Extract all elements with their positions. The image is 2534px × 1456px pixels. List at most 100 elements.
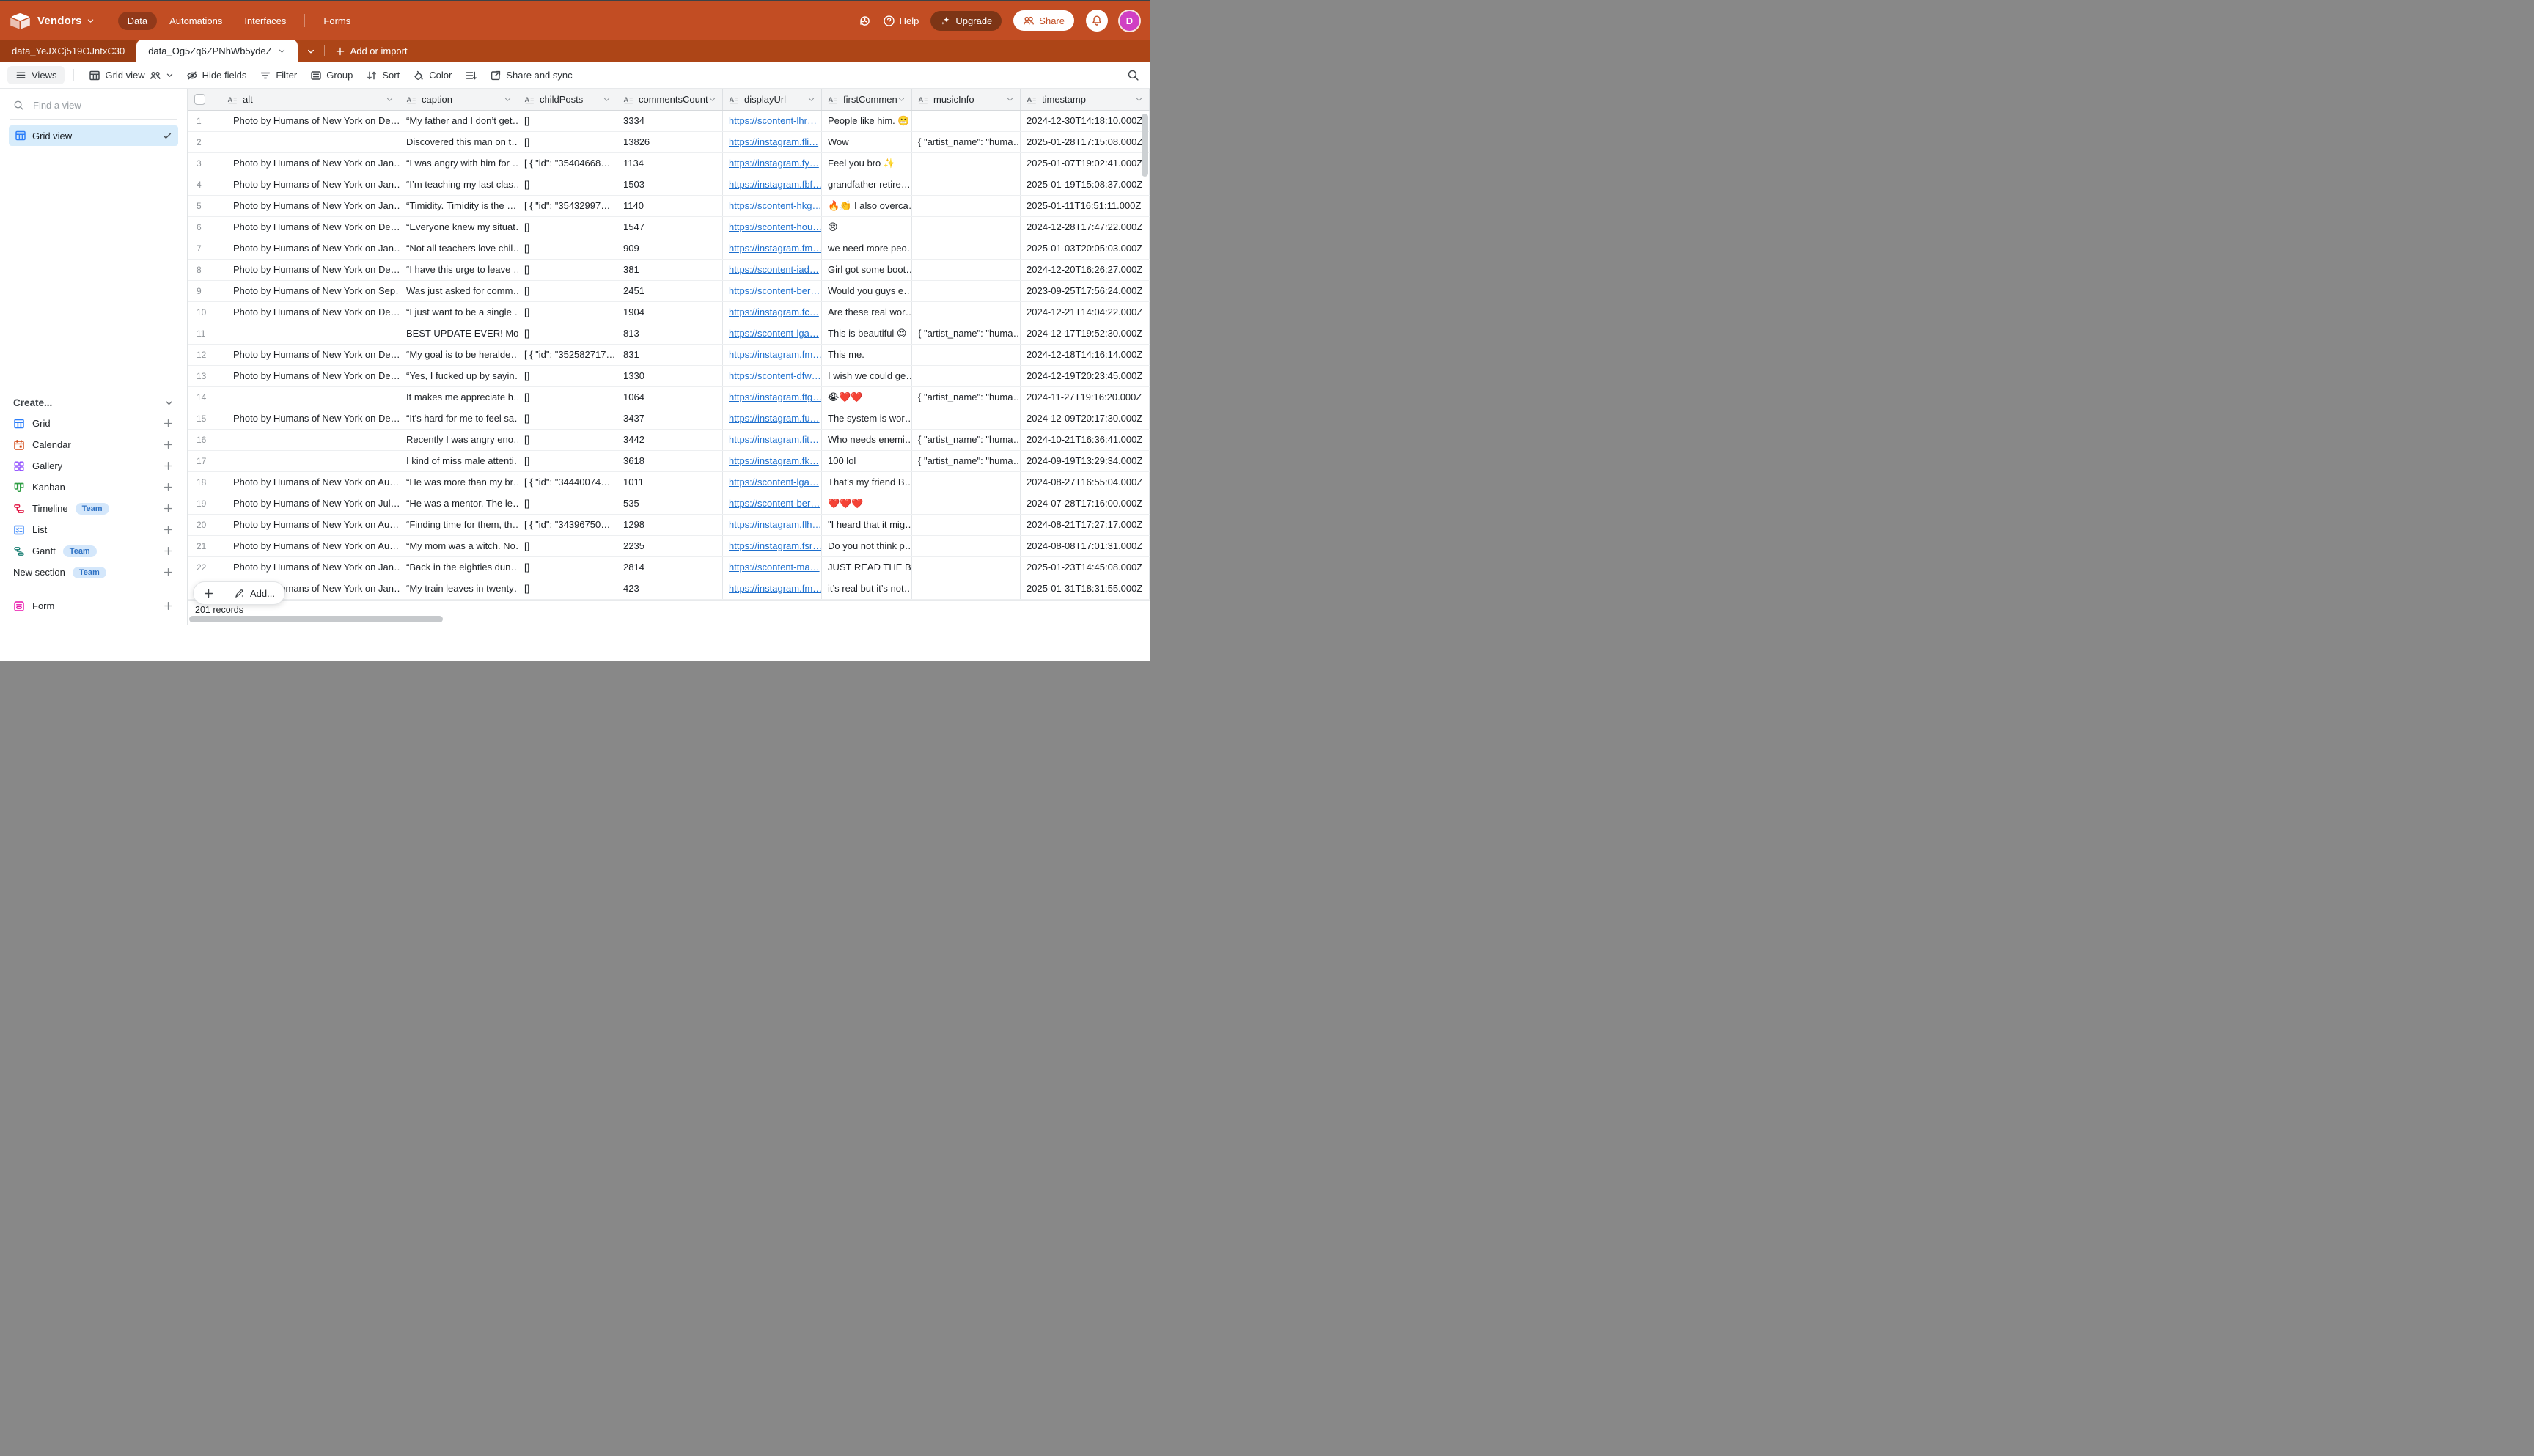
color-button[interactable]: Color <box>406 67 458 84</box>
cell-commentsCount[interactable]: 2814 <box>617 557 723 578</box>
column-header-caption[interactable]: Acaption <box>400 89 518 110</box>
create-item-form[interactable]: Form <box>9 595 178 617</box>
cell-displayUrl[interactable]: https://scontent-lhr… <box>723 111 822 131</box>
cell-childPosts[interactable]: [] <box>518 323 617 344</box>
display-url-link[interactable]: https://instagram.fu… <box>729 413 820 424</box>
row-number[interactable]: 3 <box>188 153 227 174</box>
display-url-link[interactable]: https://instagram.fit… <box>729 434 819 445</box>
base-name-menu[interactable]: Vendors <box>37 15 95 27</box>
cell-musicInfo[interactable] <box>912 302 1021 323</box>
cell-caption[interactable]: “It’s hard for me to feel sa… <box>400 408 518 429</box>
cell-displayUrl[interactable]: https://scontent-hou… <box>723 217 822 238</box>
cell-alt[interactable] <box>227 430 400 450</box>
create-item-gallery[interactable]: Gallery <box>9 455 178 477</box>
cell-commentsCount[interactable]: 381 <box>617 260 723 280</box>
cell-timestamp[interactable]: 2025-01-11T16:51:11.000Z <box>1021 196 1150 216</box>
cell-childPosts[interactable]: [] <box>518 578 617 599</box>
cell-commentsCount[interactable]: 2451 <box>617 281 723 301</box>
cell-alt[interactable]: Photo by Humans of New York on De… <box>227 345 400 365</box>
upgrade-button[interactable]: Upgrade <box>930 11 1002 31</box>
row-number[interactable]: 16 <box>188 430 227 450</box>
cell-commentsCount[interactable]: 1064 <box>617 387 723 408</box>
cell-alt[interactable] <box>227 451 400 471</box>
cell-timestamp[interactable]: 2024-11-27T19:16:20.000Z <box>1021 387 1150 408</box>
cell-timestamp[interactable]: 2024-12-09T20:17:30.000Z <box>1021 408 1150 429</box>
create-item-calendar[interactable]: Calendar <box>9 434 178 455</box>
hide-fields-button[interactable]: Hide fields <box>180 67 254 84</box>
cell-childPosts[interactable]: [] <box>518 111 617 131</box>
cell-firstComment[interactable]: This me. <box>822 345 912 365</box>
cell-displayUrl[interactable]: https://scontent-ber… <box>723 493 822 514</box>
cell-firstComment[interactable]: This is beautiful 😍 <box>822 323 912 344</box>
cell-timestamp[interactable]: 2025-01-07T19:02:41.000Z <box>1021 153 1150 174</box>
cell-firstComment[interactable]: The system is wor… <box>822 408 912 429</box>
chevron-down-icon[interactable] <box>603 95 611 103</box>
cell-commentsCount[interactable]: 423 <box>617 578 723 599</box>
cell-timestamp[interactable]: 2024-07-28T17:16:00.000Z <box>1021 493 1150 514</box>
cell-timestamp[interactable]: 2023-09-25T17:56:24.000Z <box>1021 281 1150 301</box>
cell-caption[interactable]: “I just want to be a single … <box>400 302 518 323</box>
cell-commentsCount[interactable]: 1134 <box>617 153 723 174</box>
cell-commentsCount[interactable]: 1503 <box>617 174 723 195</box>
filter-button[interactable]: Filter <box>253 67 304 84</box>
cell-musicInfo[interactable] <box>912 366 1021 386</box>
create-item-grid[interactable]: Grid <box>9 413 178 434</box>
column-header-timestamp[interactable]: Atimestamp <box>1021 89 1150 110</box>
cell-commentsCount[interactable]: 3334 <box>617 111 723 131</box>
cell-commentsCount[interactable]: 909 <box>617 238 723 259</box>
cell-childPosts[interactable]: [ { "id": "34396750… <box>518 515 617 535</box>
horizontal-scrollbar[interactable] <box>189 616 443 622</box>
chevron-down-icon[interactable] <box>386 95 394 103</box>
cell-musicInfo[interactable] <box>912 472 1021 493</box>
vertical-scrollbar[interactable] <box>1142 114 1148 177</box>
cell-displayUrl[interactable]: https://instagram.fc… <box>723 302 822 323</box>
cell-caption[interactable]: “He was a mentor. The le… <box>400 493 518 514</box>
cell-timestamp[interactable]: 2024-09-19T13:29:34.000Z <box>1021 451 1150 471</box>
select-all-checkbox[interactable] <box>194 94 205 105</box>
row-number[interactable]: 12 <box>188 345 227 365</box>
cell-firstComment[interactable]: Are these real wor… <box>822 302 912 323</box>
cell-timestamp[interactable]: 2024-08-21T17:27:17.000Z <box>1021 515 1150 535</box>
cell-displayUrl[interactable]: https://scontent-lga… <box>723 323 822 344</box>
views-toggle-button[interactable]: Views <box>7 66 65 84</box>
cell-alt[interactable]: Photo by Humans of New York on Jan… <box>227 238 400 259</box>
cell-caption[interactable]: “Not all teachers love chil… <box>400 238 518 259</box>
cell-alt[interactable] <box>227 323 400 344</box>
cell-displayUrl[interactable]: https://scontent-ber… <box>723 281 822 301</box>
cell-caption[interactable]: “I’m teaching my last clas… <box>400 174 518 195</box>
row-number[interactable]: 20 <box>188 515 227 535</box>
plus-icon[interactable] <box>163 460 174 471</box>
plus-icon[interactable] <box>163 482 174 493</box>
cell-firstComment[interactable]: ❤️❤️❤️ <box>822 493 912 514</box>
cell-timestamp[interactable]: 2025-01-23T14:45:08.000Z <box>1021 557 1150 578</box>
display-url-link[interactable]: https://scontent-lhr… <box>729 115 817 126</box>
cell-commentsCount[interactable]: 1547 <box>617 217 723 238</box>
cell-alt[interactable]: Photo by Humans of New York on De… <box>227 408 400 429</box>
cell-firstComment[interactable]: 😭❤️❤️ <box>822 387 912 408</box>
cell-childPosts[interactable]: [] <box>518 408 617 429</box>
display-url-link[interactable]: https://instagram.fm… <box>729 349 822 360</box>
cell-caption[interactable]: Was just asked for comm… <box>400 281 518 301</box>
topnav-item-data[interactable]: Data <box>118 12 157 30</box>
row-number[interactable]: 19 <box>188 493 227 514</box>
cell-caption[interactable]: “Finding time for them, th… <box>400 515 518 535</box>
cell-caption[interactable]: Discovered this man on t… <box>400 132 518 152</box>
display-url-link[interactable]: https://scontent-ber… <box>729 285 820 296</box>
cell-caption[interactable]: “I was angry with him for … <box>400 153 518 174</box>
cell-caption[interactable]: “He was more than my br… <box>400 472 518 493</box>
cell-musicInfo[interactable] <box>912 153 1021 174</box>
cell-childPosts[interactable]: [] <box>518 281 617 301</box>
display-url-link[interactable]: https://instagram.fm… <box>729 243 822 254</box>
create-item-timeline[interactable]: TimelineTeam <box>9 498 178 519</box>
cell-commentsCount[interactable]: 1330 <box>617 366 723 386</box>
row-number[interactable]: 7 <box>188 238 227 259</box>
chevron-down-icon[interactable] <box>504 95 512 103</box>
cell-timestamp[interactable]: 2024-08-27T16:55:04.000Z <box>1021 472 1150 493</box>
cell-displayUrl[interactable]: https://scontent-dfw… <box>723 366 822 386</box>
cell-musicInfo[interactable] <box>912 345 1021 365</box>
cell-childPosts[interactable]: [] <box>518 366 617 386</box>
plus-icon[interactable] <box>163 567 174 578</box>
cell-caption[interactable]: I kind of miss male attenti… <box>400 451 518 471</box>
row-number[interactable]: 1 <box>188 111 227 131</box>
cell-commentsCount[interactable]: 3442 <box>617 430 723 450</box>
